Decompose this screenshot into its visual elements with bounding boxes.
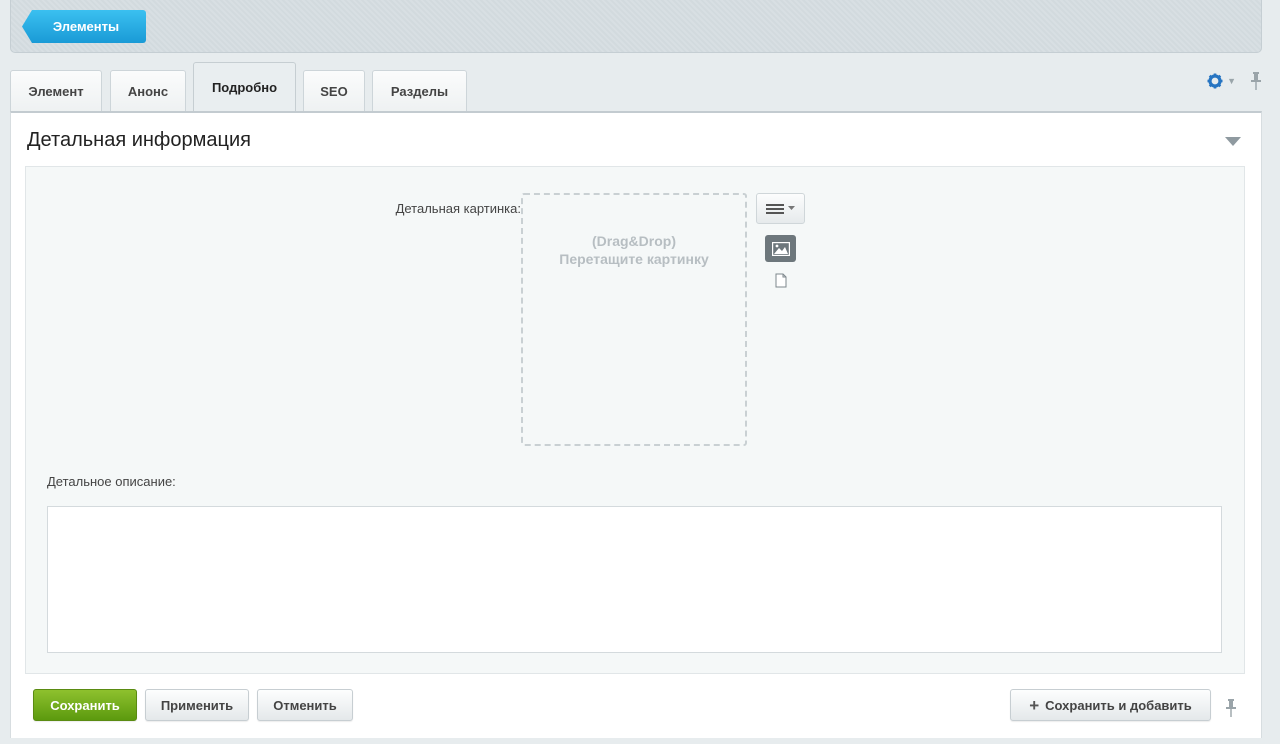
settings-button[interactable]: ▼ xyxy=(1207,73,1236,89)
chevron-down-icon: ▼ xyxy=(1227,75,1236,86)
tab-announce[interactable]: Анонс xyxy=(110,70,186,112)
plus-icon: + xyxy=(1029,695,1040,715)
dropzone-hint-line1: (Drag&Drop) xyxy=(592,233,676,249)
tab-details[interactable]: Подробно xyxy=(193,62,296,112)
menu-icon xyxy=(766,203,784,214)
detail-description-label: Детальное описание: xyxy=(47,474,176,489)
elements-back-button[interactable]: Элементы xyxy=(22,10,146,43)
tab-element[interactable]: Элемент xyxy=(10,70,102,112)
tab-tools: ▼ xyxy=(1207,72,1262,90)
detail-description-editor[interactable] xyxy=(47,506,1222,653)
collapse-arrow-icon[interactable] xyxy=(1225,137,1241,146)
save-and-add-label: Сохранить и добавить xyxy=(1045,697,1192,713)
picture-dropzone[interactable]: (Drag&Drop) Перетащите картинку xyxy=(521,193,747,446)
details-panel: Детальная информация Детальная картинка:… xyxy=(10,111,1262,738)
save-and-add-button[interactable]: + Сохранить и добавить xyxy=(1010,689,1211,721)
pin-icon[interactable] xyxy=(1225,699,1237,717)
picture-menu-button[interactable] xyxy=(756,193,805,224)
section-title: Детальная информация xyxy=(27,129,251,151)
tab-seo[interactable]: SEO xyxy=(303,70,365,112)
cancel-button[interactable]: Отменить xyxy=(257,689,353,721)
image-icon xyxy=(771,241,790,256)
gear-icon xyxy=(1207,73,1223,89)
file-icon[interactable] xyxy=(775,273,787,288)
top-toolbar: Элементы xyxy=(10,0,1262,53)
tab-sections[interactable]: Разделы xyxy=(372,70,467,112)
chevron-down-icon xyxy=(788,206,795,210)
apply-button[interactable]: Применить xyxy=(145,689,249,721)
detail-picture-label: Детальная картинка: xyxy=(395,201,521,216)
save-button[interactable]: Сохранить xyxy=(33,689,137,721)
pin-icon[interactable] xyxy=(1250,72,1262,90)
dropzone-hint-line2: Перетащите картинку xyxy=(559,251,709,267)
image-source-button[interactable] xyxy=(765,235,796,262)
section-content: Детальная картинка: (Drag&Drop) Перетащи… xyxy=(25,166,1245,674)
